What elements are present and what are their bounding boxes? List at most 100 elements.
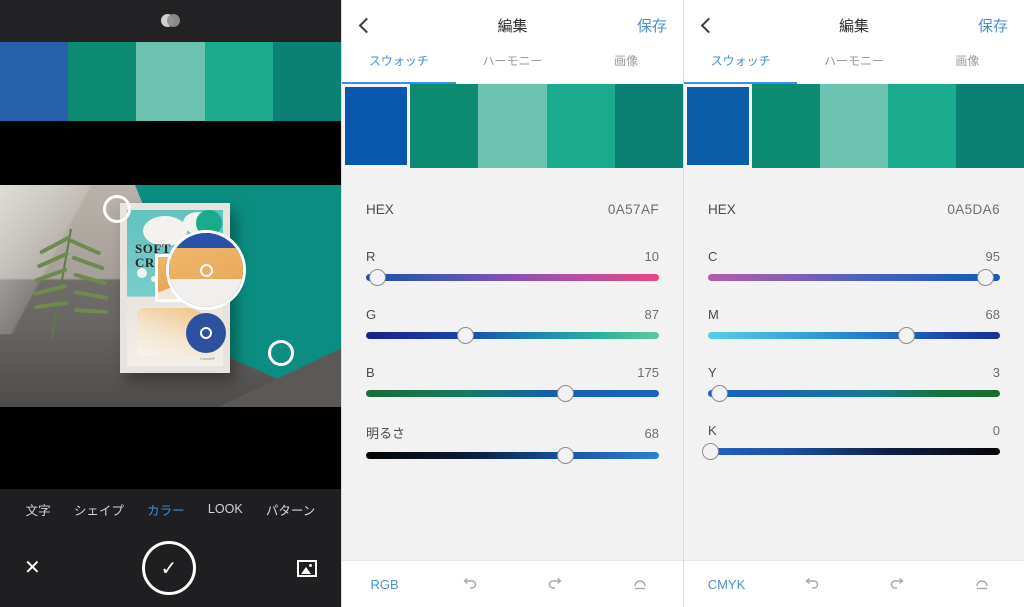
slider-track[interactable] [708,327,1000,344]
slider-label: Y [708,365,717,380]
slider-label: G [366,307,377,322]
selection-ring-handle[interactable] [103,195,131,223]
editor-topbar [0,0,341,42]
slider-track[interactable] [366,269,659,286]
tab-image[interactable]: 画像 [911,50,1024,84]
tool-tab-text[interactable]: 文字 [26,500,51,519]
slider-label: C [708,249,718,264]
editor-tool-tabs[interactable]: 文字 シェイプ カラー LOOK パターン [0,489,341,529]
slider-label: K [708,423,717,438]
tab-harmony[interactable]: ハーモニー [797,50,910,84]
slider-track[interactable] [702,443,1000,460]
slider-thumb[interactable] [457,327,475,344]
swatch-item[interactable] [410,84,479,168]
hex-row[interactable]: HEX 0A57AF [366,168,659,223]
slider-b[interactable]: B 175 [366,365,659,402]
close-icon[interactable]: ✕ [24,558,41,578]
canvas-letterbox-top [0,121,341,185]
poster-credit: Cream® [200,356,215,361]
slider-track[interactable] [366,447,659,464]
reset-icon[interactable] [939,577,1024,591]
tab-swatch[interactable]: スウォッチ [684,50,798,84]
hex-label: HEX [708,202,736,217]
check-icon[interactable]: ✓ [141,541,196,595]
slider-c[interactable]: C 95 [708,249,1000,286]
swatch-item[interactable] [956,84,1024,168]
slider-thumb[interactable] [711,385,729,402]
slider-track[interactable] [708,269,1000,286]
tool-tab-color[interactable]: カラー [147,500,185,519]
selection-ring-handle[interactable] [268,340,294,366]
slider-thumb[interactable] [556,447,574,464]
slider-track[interactable] [366,385,659,402]
redo-icon[interactable] [854,577,939,591]
picker-tabs[interactable]: スウォッチ ハーモニー 画像 [684,50,1024,84]
undo-icon[interactable] [427,577,512,591]
slider-thumb[interactable] [369,269,387,286]
picker-tabs[interactable]: スウォッチ ハーモニー 画像 [342,50,683,84]
slider-value: 95 [985,249,1000,264]
editor-palette-strip[interactable] [0,42,342,121]
color-picker-panel-cmyk: 編集 保存 スウォッチ ハーモニー 画像 HEX 0A5DA6 C 95 M 6… [683,0,1024,607]
palette-swatch[interactable] [204,42,273,121]
slider-value: 175 [637,365,659,380]
slider-y[interactable]: Y 3 [708,365,1000,402]
blend-circles-icon[interactable] [160,13,182,29]
swatch-item[interactable] [342,84,411,168]
hex-label: HEX [366,202,394,217]
swatch-item[interactable] [752,84,820,168]
swatch-item[interactable] [684,84,752,168]
slider-r[interactable]: R 10 [366,249,659,286]
swatch-item[interactable] [888,84,956,168]
picker-swatch-row[interactable] [342,84,684,168]
color-picker-loupe[interactable] [166,230,246,310]
color-picker-dot[interactable] [186,313,226,353]
slider-track[interactable] [708,385,1000,402]
tab-harmony[interactable]: ハーモニー [456,50,570,84]
slider-g[interactable]: G 87 [366,307,659,344]
slider-track[interactable] [366,327,659,344]
palette-swatch[interactable] [68,42,137,121]
artwork-canvas[interactable]: SOFT CREAM Cream® [0,185,341,407]
palette-swatch[interactable] [272,42,342,121]
picker-swatch-row[interactable] [684,84,1024,168]
image-icon[interactable] [296,559,317,577]
slider-thumb[interactable] [702,443,720,460]
redo-icon[interactable] [513,577,598,591]
picker-body: HEX 0A57AF R 10 G 87 B 175 明るさ 68 [342,168,683,560]
palette-swatch[interactable] [136,42,205,121]
save-button[interactable]: 保存 [978,15,1008,36]
color-mode-button[interactable]: CMYK [684,577,769,592]
page-title: 編集 [497,17,528,35]
slider-value: 0 [992,423,1000,438]
swatch-item[interactable] [546,84,615,168]
slider-brightness[interactable]: 明るさ 68 [366,423,659,464]
tool-tab-shape[interactable]: シェイプ [74,500,124,519]
tool-tab-look[interactable]: LOOK [208,502,243,516]
swatch-item[interactable] [614,84,684,168]
slider-value: 3 [992,365,1000,380]
tool-tab-pattern[interactable]: パターン [266,500,315,519]
picker-header: 編集 保存 [342,0,683,50]
slider-label: M [708,307,719,322]
picker-header: 編集 保存 [684,0,1024,50]
undo-icon[interactable] [769,577,854,591]
hex-value[interactable]: 0A57AF [608,202,659,217]
save-button[interactable]: 保存 [637,15,667,36]
slider-k[interactable]: K 0 [702,423,1000,460]
slider-thumb[interactable] [976,269,994,286]
slider-m[interactable]: M 68 [708,307,1000,344]
color-mode-button[interactable]: RGB [342,577,427,592]
slider-label: 明るさ [366,426,406,441]
swatch-item[interactable] [478,84,547,168]
swatch-item[interactable] [820,84,888,168]
slider-value: 68 [644,426,659,441]
hex-row[interactable]: HEX 0A5DA6 [708,168,1000,223]
slider-thumb[interactable] [898,327,916,344]
hex-value[interactable]: 0A5DA6 [947,202,1000,217]
palette-swatch[interactable] [0,42,69,121]
tab-image[interactable]: 画像 [569,50,683,84]
tab-swatch[interactable]: スウォッチ [342,50,456,84]
reset-icon[interactable] [598,577,683,591]
slider-thumb[interactable] [556,385,574,402]
